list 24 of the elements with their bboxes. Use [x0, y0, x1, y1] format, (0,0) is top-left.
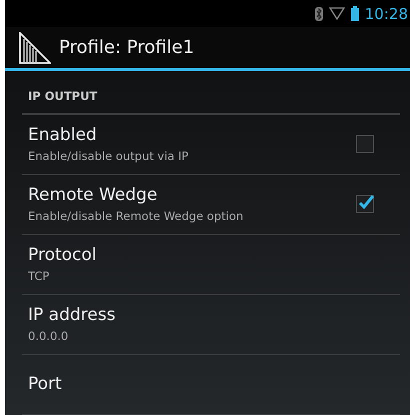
preference-summary: Enable/disable output via IP: [28, 149, 190, 164]
preference-item[interactable]: Port: [22, 354, 400, 415]
preference-summary: Enable/disable Remote Wedge option: [28, 209, 244, 224]
screen-title: Profile: Profile1: [59, 37, 194, 58]
bluetooth-icon: [314, 6, 323, 21]
battery-icon: [350, 6, 359, 22]
checkbox[interactable]: [356, 135, 374, 154]
preference-title: IP address: [28, 305, 116, 326]
preference-title: Enabled: [28, 125, 98, 146]
preference-item[interactable]: IP address 0.0.0.0: [22, 294, 400, 355]
preference-summary: 0.0.0.0: [28, 329, 70, 344]
preference-item[interactable]: Enabled Enable/disable output via IP: [22, 114, 400, 175]
preference-item[interactable]: Protocol TCP: [22, 234, 400, 295]
checkbox[interactable]: [356, 195, 374, 214]
section-header: IP OUTPUT: [22, 70, 400, 115]
preference-summary: TCP: [28, 269, 50, 284]
preference-title: Port: [28, 374, 63, 394]
barcode-scanner-icon: [19, 32, 51, 64]
preference-title: Remote Wedge: [28, 185, 158, 206]
status-time: 10:28: [364, 4, 408, 23]
preference-item[interactable]: Remote Wedge Enable/disable Remote Wedge option: [22, 174, 400, 235]
wifi-icon: [328, 7, 345, 20]
preference-title: Protocol: [28, 245, 98, 266]
checkmark-icon: [358, 195, 374, 210]
